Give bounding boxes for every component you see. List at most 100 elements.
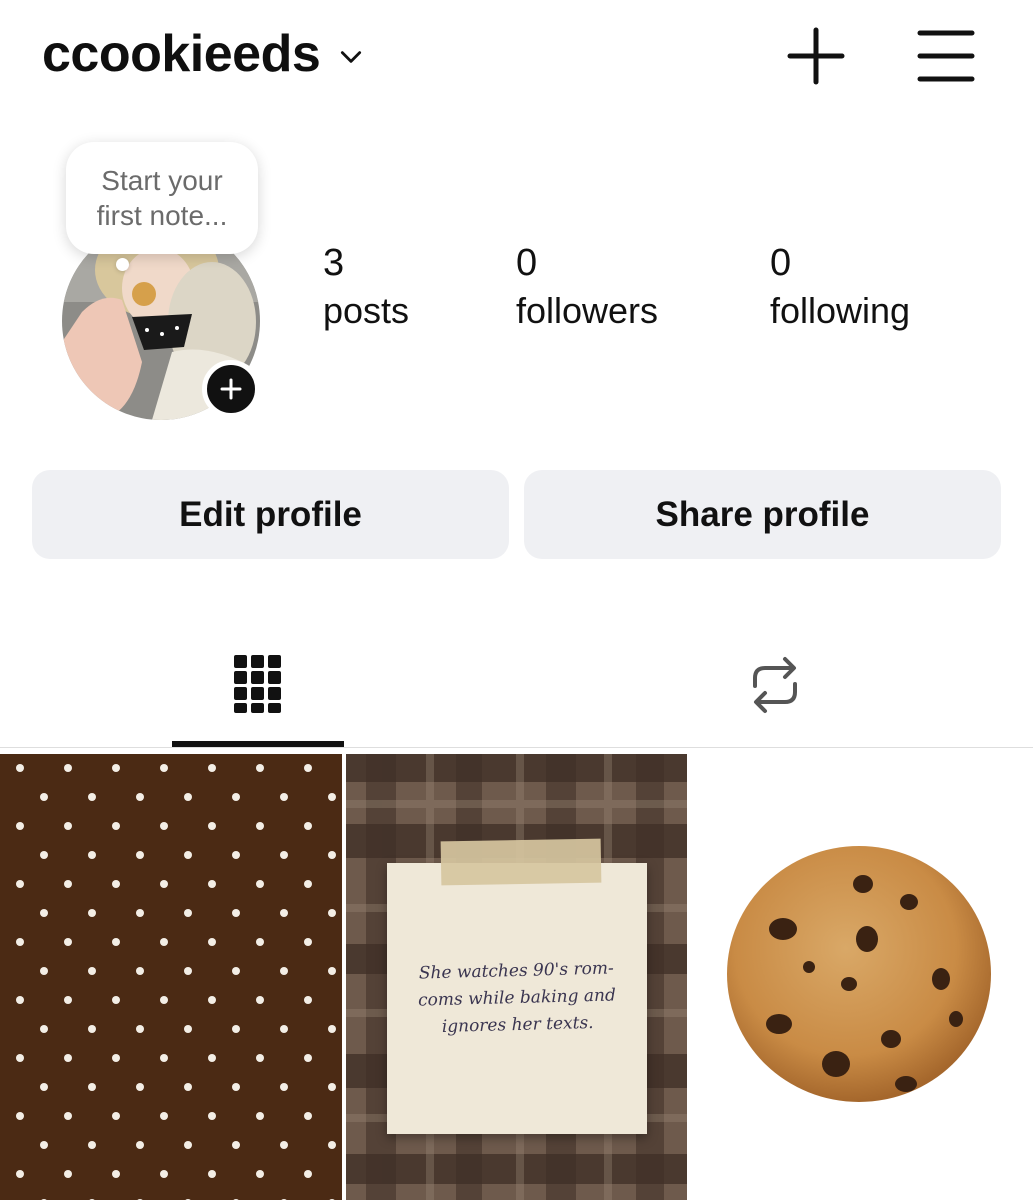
polka-dot	[280, 909, 288, 917]
share-profile-button[interactable]: Share profile	[524, 470, 1001, 559]
polka-dot	[40, 909, 48, 917]
cookie-image	[727, 846, 991, 1102]
polka-dot	[64, 764, 72, 772]
polka-dot	[328, 1083, 336, 1091]
polka-dot	[16, 1170, 24, 1178]
polka-dot	[208, 1170, 216, 1178]
polka-dot	[256, 1170, 264, 1178]
polka-dot	[256, 880, 264, 888]
polka-dot	[136, 1025, 144, 1033]
stat-posts-label: posts	[323, 290, 410, 331]
stat-following-count: 0	[770, 242, 792, 284]
polka-dot	[184, 1141, 192, 1149]
polka-dot	[88, 1141, 96, 1149]
polka-dot	[232, 1141, 240, 1149]
polka-dot	[112, 1170, 120, 1178]
polka-dot	[64, 938, 72, 946]
polka-dot	[280, 1141, 288, 1149]
polka-dot	[256, 822, 264, 830]
polka-dot	[88, 967, 96, 975]
polka-dot	[16, 996, 24, 1004]
post-thumbnail-2[interactable]: She watches 90's rom-coms while baking a…	[346, 754, 687, 1200]
polka-dot	[208, 996, 216, 1004]
polka-dot	[160, 1054, 168, 1062]
polka-dot	[232, 851, 240, 859]
polka-dot	[232, 909, 240, 917]
polka-dot	[328, 909, 336, 917]
add-story-button[interactable]	[202, 360, 260, 418]
polka-dot	[304, 938, 312, 946]
polka-dot	[232, 1083, 240, 1091]
tab-reposts[interactable]	[516, 630, 1033, 748]
stat-followers-count: 0	[516, 242, 538, 284]
polka-dot	[184, 793, 192, 801]
polka-dot	[16, 1054, 24, 1062]
polka-dot	[208, 822, 216, 830]
polka-dot	[184, 967, 192, 975]
post-thumbnail-1[interactable]	[0, 754, 342, 1200]
polka-dot	[64, 880, 72, 888]
hamburger-menu-icon[interactable]	[916, 26, 976, 86]
stat-following[interactable]: 0 following	[770, 240, 910, 336]
polka-dot	[40, 793, 48, 801]
polka-dot	[160, 938, 168, 946]
polka-dot	[160, 1170, 168, 1178]
polka-dot-image	[0, 754, 342, 1200]
account-switcher[interactable]: ccookieeds	[42, 24, 364, 84]
polka-dot	[16, 764, 24, 772]
polka-dot	[280, 851, 288, 859]
polka-dot	[64, 1112, 72, 1120]
polka-dot	[136, 1083, 144, 1091]
polka-dot	[40, 1083, 48, 1091]
polka-dot	[304, 1170, 312, 1178]
polka-dot	[16, 880, 24, 888]
polka-dot	[16, 1112, 24, 1120]
stat-posts[interactable]: 3 posts	[323, 240, 409, 336]
tab-posts-grid[interactable]	[0, 630, 516, 748]
polka-dot	[184, 909, 192, 917]
polka-dot	[208, 880, 216, 888]
polka-dot	[304, 764, 312, 772]
polka-dot	[64, 1054, 72, 1062]
polka-dot	[112, 996, 120, 1004]
polka-dot	[160, 996, 168, 1004]
polka-dot	[280, 967, 288, 975]
polka-dot	[304, 1054, 312, 1062]
polka-dot	[112, 880, 120, 888]
polka-dot	[160, 764, 168, 772]
polka-dot	[40, 1141, 48, 1149]
polka-dot	[64, 822, 72, 830]
polka-dot	[40, 1025, 48, 1033]
stat-posts-count: 3	[323, 242, 345, 284]
polka-dot	[256, 938, 264, 946]
polka-dot	[256, 1054, 264, 1062]
polka-dot	[280, 1025, 288, 1033]
polka-dot	[112, 822, 120, 830]
polka-dot	[136, 967, 144, 975]
polka-dot	[256, 764, 264, 772]
polka-dot	[232, 1025, 240, 1033]
polka-dot	[304, 1112, 312, 1120]
note-placeholder: Start your first note...	[96, 165, 228, 231]
edit-profile-button[interactable]: Edit profile	[32, 470, 509, 559]
polka-dot	[304, 880, 312, 888]
polka-dot	[184, 1025, 192, 1033]
polka-dot	[208, 764, 216, 772]
paper-note: She watches 90's rom-coms while baking a…	[387, 863, 647, 1134]
polka-dot	[136, 909, 144, 917]
polka-dot	[112, 1112, 120, 1120]
polka-dot	[304, 996, 312, 1004]
polka-dot	[16, 938, 24, 946]
polka-dot	[184, 851, 192, 859]
polka-dot	[328, 967, 336, 975]
note-bubble[interactable]: Start your first note...	[66, 142, 258, 254]
polka-dot	[232, 967, 240, 975]
polka-dot	[328, 851, 336, 859]
repost-icon	[752, 657, 797, 713]
stat-followers[interactable]: 0 followers	[516, 240, 658, 336]
post-thumbnail-3[interactable]	[691, 754, 1033, 1200]
create-plus-icon[interactable]	[786, 26, 846, 86]
polka-dot	[208, 1112, 216, 1120]
polka-dot	[184, 1083, 192, 1091]
profile-header: ccookieeds	[0, 0, 1033, 115]
